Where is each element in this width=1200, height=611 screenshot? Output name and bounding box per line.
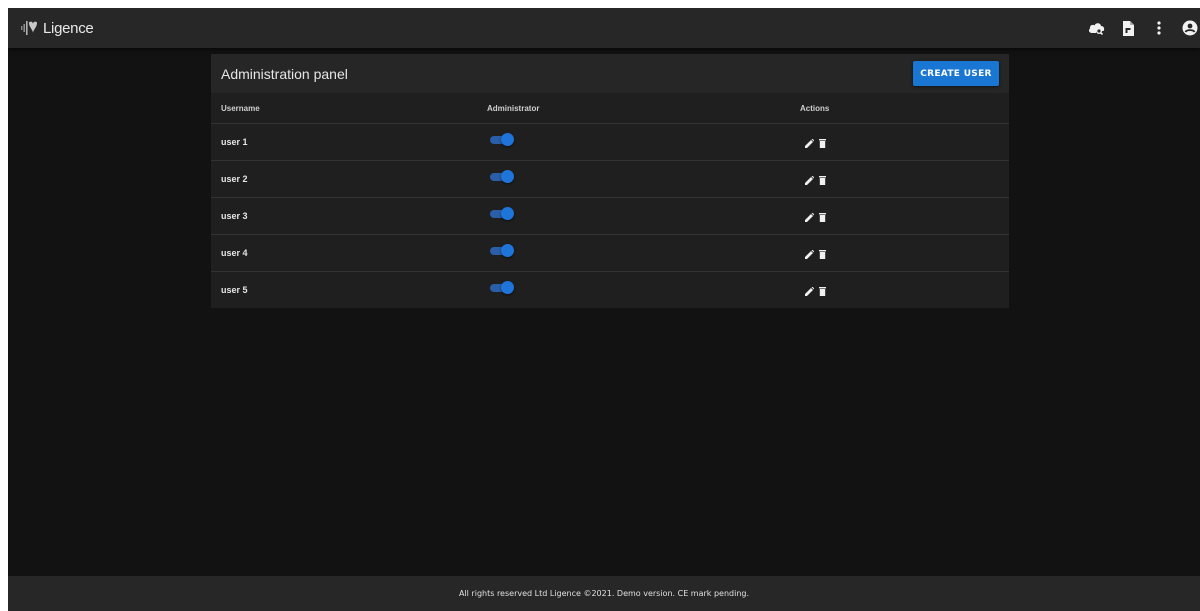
edit-user-button[interactable] xyxy=(803,249,815,261)
brand-logo[interactable]: Ligence xyxy=(20,18,94,38)
users-table: Username Administrator Actions user 1 use… xyxy=(211,93,1009,308)
pencil-icon xyxy=(804,287,814,296)
footer-copyright: All rights reserved Ltd Ligence ©2021. D… xyxy=(458,589,750,598)
toggle-thumb xyxy=(501,281,514,295)
column-header-username[interactable]: Username xyxy=(211,93,487,124)
app-window: Ligence Administration panel CREATE USER… xyxy=(8,8,1200,611)
document-button[interactable] xyxy=(1118,18,1138,38)
account-icon xyxy=(1182,20,1198,36)
trash-icon xyxy=(818,287,826,296)
footer: All rights reserved Ltd Ligence ©2021. D… xyxy=(8,576,1200,611)
toggle-thumb xyxy=(501,244,514,258)
cloud-search-icon xyxy=(1088,23,1105,35)
username-cell: user 5 xyxy=(211,272,487,309)
administration-panel: Administration panel CREATE USER Usernam… xyxy=(211,54,1009,308)
table-row: user 3 xyxy=(211,197,1009,235)
toggle-thumb xyxy=(501,133,514,147)
username-cell: user 2 xyxy=(211,160,487,198)
administrator-cell xyxy=(487,197,800,235)
pencil-icon xyxy=(804,176,814,185)
table-row: user 1 xyxy=(211,123,1009,161)
actions-cell xyxy=(800,160,1009,198)
more-vert-icon xyxy=(1157,21,1161,35)
edit-user-button[interactable] xyxy=(803,175,815,187)
administrator-toggle[interactable] xyxy=(490,207,514,221)
pencil-icon xyxy=(804,250,814,259)
delete-user-button[interactable] xyxy=(816,175,828,187)
table-row: user 5 xyxy=(211,272,1009,309)
delete-user-button[interactable] xyxy=(816,286,828,298)
more-options-button[interactable] xyxy=(1149,18,1169,38)
pencil-icon xyxy=(804,213,814,222)
heartbeat-logo-icon xyxy=(21,21,37,35)
panel-title: Administration panel xyxy=(221,66,348,82)
edit-user-button[interactable] xyxy=(803,138,815,150)
trash-icon xyxy=(818,213,826,222)
username-cell: user 1 xyxy=(211,123,487,161)
edit-user-button[interactable] xyxy=(803,212,815,224)
username-cell: user 3 xyxy=(211,197,487,235)
pencil-icon xyxy=(804,139,814,148)
top-actions xyxy=(1076,18,1200,38)
delete-user-button[interactable] xyxy=(816,249,828,261)
trash-icon xyxy=(818,139,826,148)
administrator-cell xyxy=(487,234,800,272)
username: user 3 xyxy=(221,211,248,221)
administrator-cell xyxy=(487,123,800,161)
administrator-cell xyxy=(487,160,800,198)
actions-cell xyxy=(800,272,1009,309)
cloud-search-button[interactable] xyxy=(1087,18,1107,38)
trash-icon xyxy=(818,250,826,259)
delete-user-button[interactable] xyxy=(816,212,828,224)
actions-cell xyxy=(800,123,1009,161)
username: user 2 xyxy=(221,174,248,184)
username-cell: user 4 xyxy=(211,234,487,272)
brand-name: Ligence xyxy=(43,19,94,37)
delete-user-button[interactable] xyxy=(816,138,828,150)
username: user 5 xyxy=(221,285,248,295)
create-user-button[interactable]: CREATE USER xyxy=(913,61,999,86)
actions-cell xyxy=(800,197,1009,235)
toggle-thumb xyxy=(501,170,514,184)
column-header-administrator[interactable]: Administrator xyxy=(487,93,800,124)
administrator-toggle[interactable] xyxy=(490,133,514,147)
edit-user-button[interactable] xyxy=(803,286,815,298)
account-button[interactable] xyxy=(1180,18,1200,38)
trash-icon xyxy=(818,176,826,185)
administrator-toggle[interactable] xyxy=(490,281,514,295)
actions-cell xyxy=(800,234,1009,272)
table-row: user 4 xyxy=(211,234,1009,272)
username: user 1 xyxy=(221,137,248,147)
table-row: user 2 xyxy=(211,160,1009,198)
administrator-cell xyxy=(487,272,800,309)
username: user 4 xyxy=(221,248,248,258)
table-header-row: Username Administrator Actions xyxy=(211,93,1009,124)
administrator-toggle[interactable] xyxy=(490,170,514,184)
administrator-toggle[interactable] xyxy=(490,244,514,258)
panel-header: Administration panel CREATE USER xyxy=(211,54,1009,93)
document-icon xyxy=(1123,20,1134,36)
top-app-bar: Ligence xyxy=(8,8,1200,48)
column-header-actions: Actions xyxy=(800,93,1009,124)
toggle-thumb xyxy=(501,207,514,221)
